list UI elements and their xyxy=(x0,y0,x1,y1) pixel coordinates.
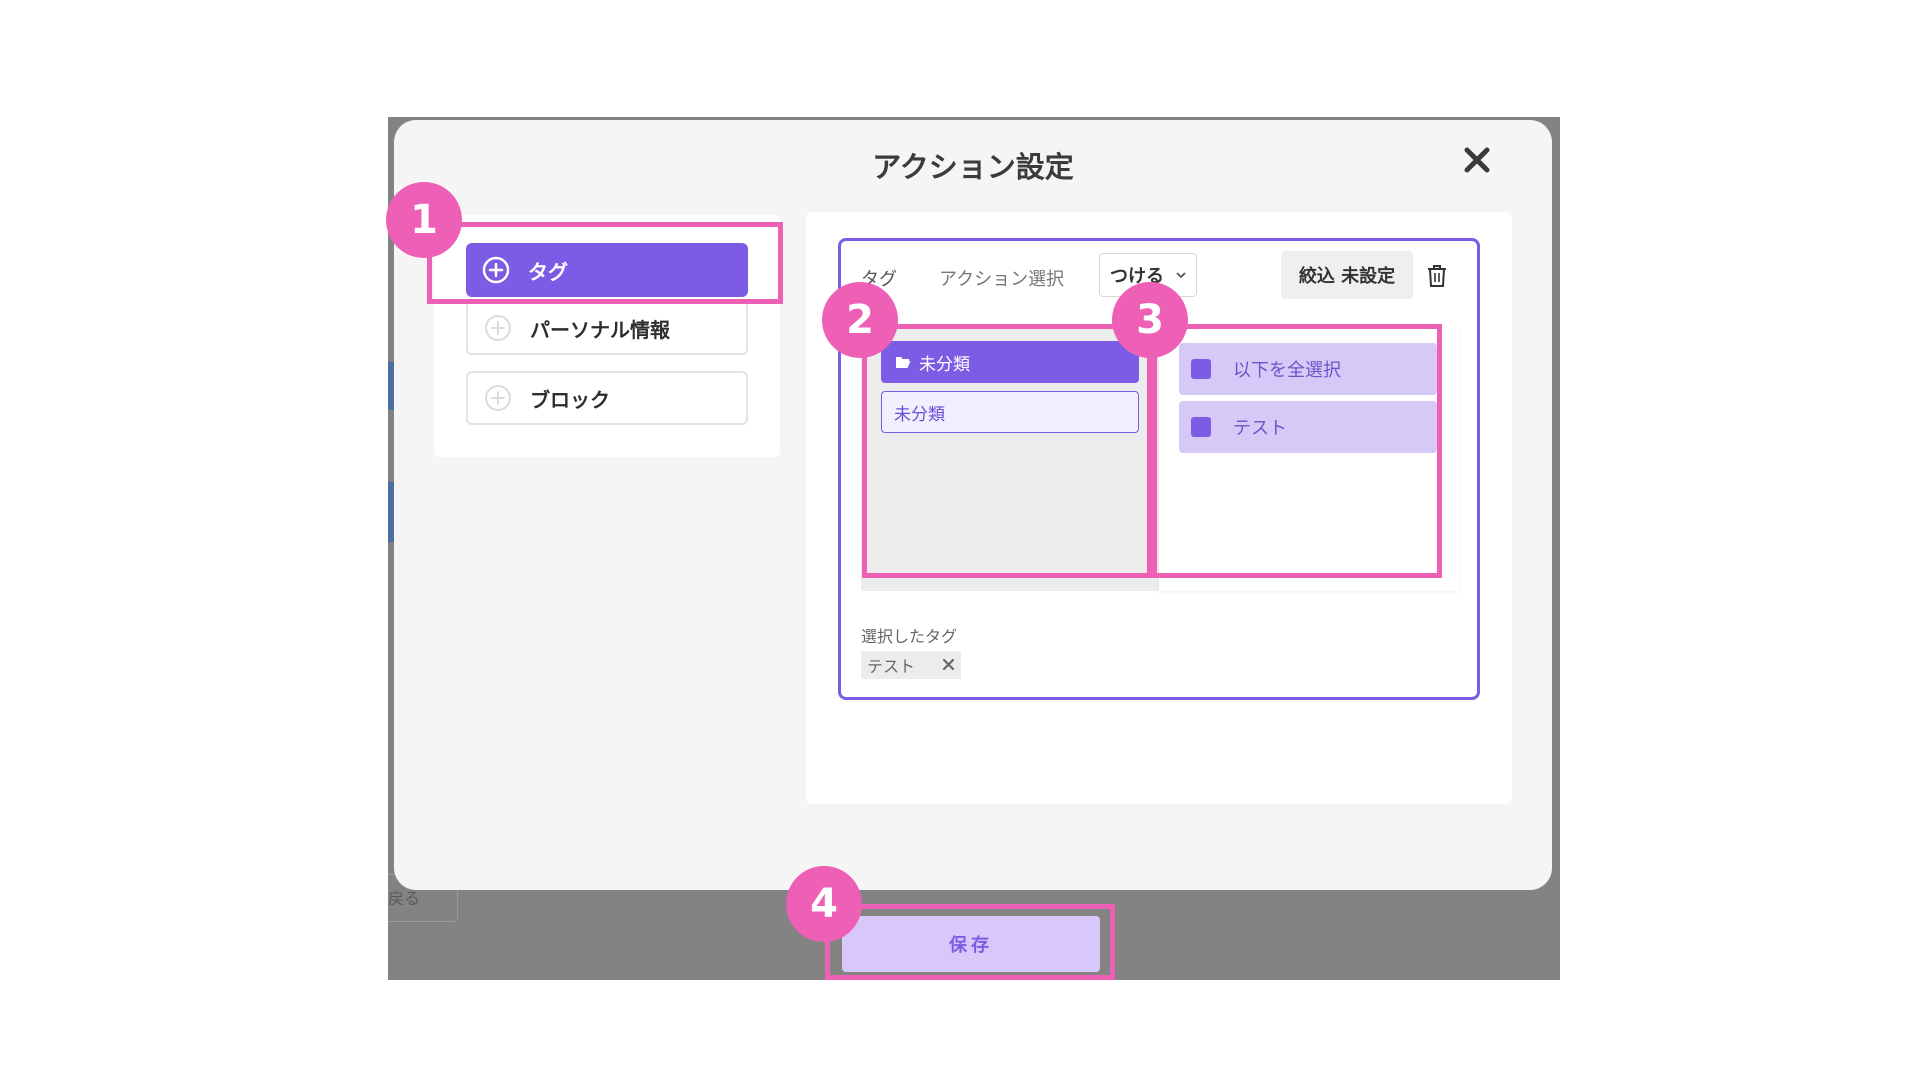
menu-item-label: パーソナル情報 xyxy=(530,317,670,342)
action-select-label: アクション選択 xyxy=(939,269,1065,290)
modal-title: アクション設定 xyxy=(872,150,1074,184)
plus-circle-icon xyxy=(485,315,511,341)
selected-tag-chip-label: テスト xyxy=(867,657,916,676)
close-icon[interactable] xyxy=(1459,142,1495,178)
highlight-box-3 xyxy=(1152,324,1442,578)
remove-icon[interactable] xyxy=(942,658,955,671)
menu-item-personal-info[interactable]: パーソナル情報 xyxy=(466,301,748,355)
annotation-badge-4: 4 xyxy=(786,866,862,942)
plus-circle-icon xyxy=(485,385,511,411)
annotation-badge-1: 1 xyxy=(386,182,462,258)
selected-tag-chip: テスト xyxy=(861,651,961,679)
menu-item-label: ブロック xyxy=(530,387,610,412)
annotation-badge-3: 3 xyxy=(1112,282,1188,358)
highlight-box-4 xyxy=(825,904,1115,980)
filter-button[interactable]: 絞込 未設定 xyxy=(1281,251,1413,299)
highlight-box-2 xyxy=(862,324,1152,578)
menu-item-block[interactable]: ブロック xyxy=(466,371,748,425)
chevron-down-icon xyxy=(1176,272,1186,279)
selected-tags-label: 選択したタグ xyxy=(861,627,958,646)
trash-icon[interactable] xyxy=(1426,264,1448,288)
annotation-badge-2: 2 xyxy=(822,282,898,358)
highlight-box-1 xyxy=(427,222,783,304)
